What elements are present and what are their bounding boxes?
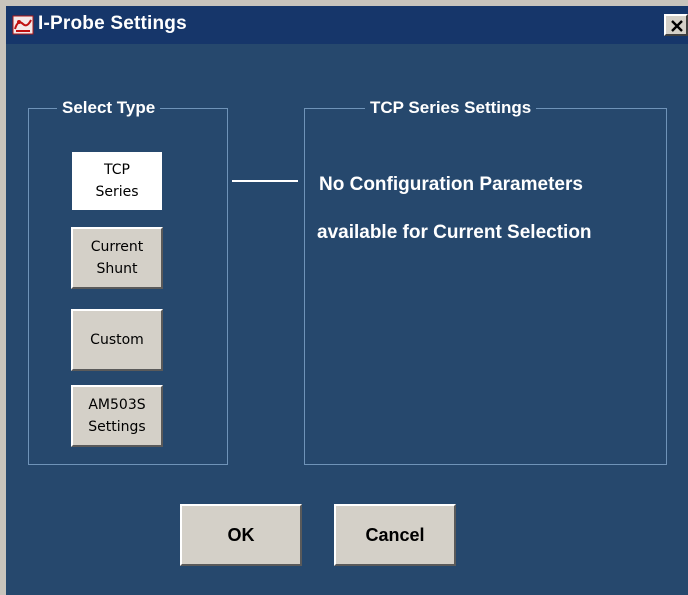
am503s-label-line1: AM503S bbox=[88, 397, 146, 413]
dialog-body: Select Type TCP Series Current Shunt Cus… bbox=[6, 44, 688, 595]
current-shunt-label-line1: Current bbox=[90, 239, 144, 255]
select-type-legend: Select Type bbox=[57, 98, 161, 118]
current-shunt-button[interactable]: Current Shunt bbox=[71, 227, 163, 289]
select-type-group: Select Type TCP Series Current Shunt Cus… bbox=[28, 98, 228, 465]
title-bar[interactable]: I-Probe Settings bbox=[6, 6, 688, 44]
window-title: I-Probe Settings bbox=[38, 13, 187, 34]
current-shunt-label-line2: Shunt bbox=[96, 261, 138, 277]
tcp-series-label-line1: TCP bbox=[104, 162, 130, 178]
tcp-series-button[interactable]: TCP Series bbox=[71, 151, 163, 211]
no-config-message-line2: available for Current Selection bbox=[317, 222, 592, 243]
am503s-label-line2: Settings bbox=[88, 419, 146, 435]
settings-panel-legend: TCP Series Settings bbox=[365, 98, 537, 118]
selection-connector-line bbox=[232, 180, 298, 182]
tcp-series-settings-group: TCP Series Settings No Configuration Par… bbox=[304, 98, 667, 465]
probe-app-icon bbox=[12, 15, 34, 35]
cancel-button-label: Cancel bbox=[365, 524, 425, 545]
ok-button-label: OK bbox=[227, 524, 255, 545]
tcp-series-label-line2: Series bbox=[95, 184, 139, 200]
custom-label: Custom bbox=[90, 332, 144, 348]
close-icon bbox=[671, 20, 683, 32]
cancel-button[interactable]: Cancel bbox=[334, 504, 456, 566]
custom-button[interactable]: Custom bbox=[71, 309, 163, 371]
no-config-message-line1: No Configuration Parameters bbox=[319, 174, 583, 195]
am503s-settings-button[interactable]: AM503S Settings bbox=[71, 385, 163, 447]
close-button[interactable] bbox=[664, 14, 688, 36]
i-probe-settings-dialog: I-Probe Settings Select Type TCP Series … bbox=[0, 0, 688, 595]
ok-button[interactable]: OK bbox=[180, 504, 302, 566]
